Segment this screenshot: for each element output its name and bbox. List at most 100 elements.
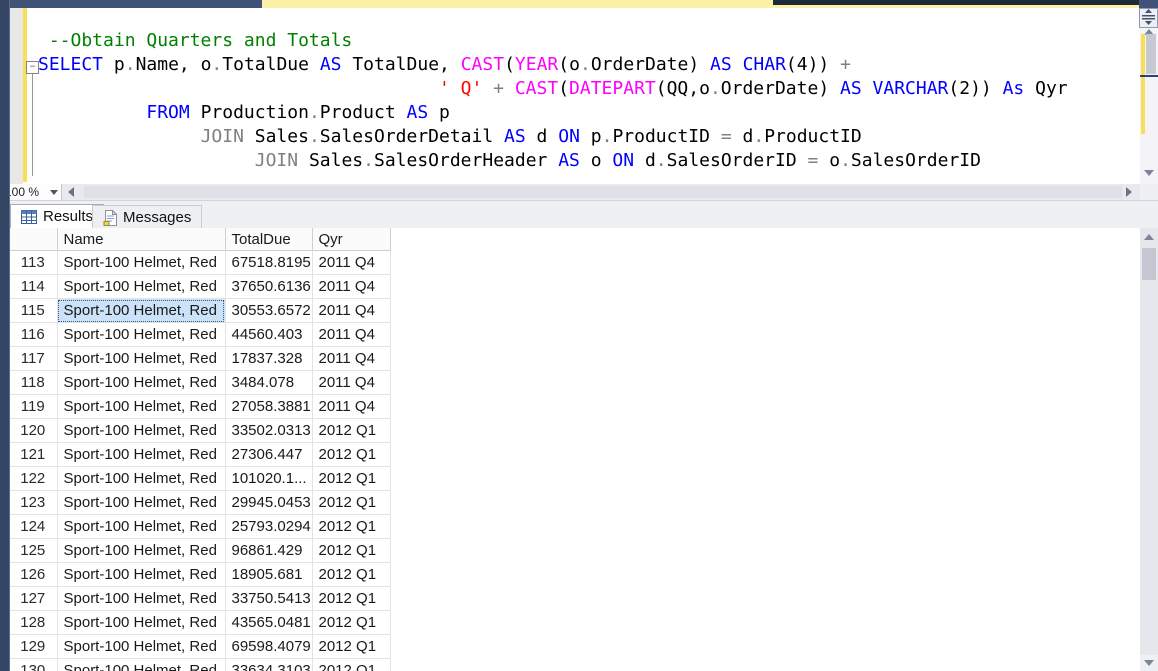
grid-cell[interactable]: Sport-100 Helmet, Red bbox=[57, 635, 225, 659]
split-editor-handle[interactable] bbox=[1139, 8, 1158, 28]
grid-cell[interactable]: 25793.0294 bbox=[225, 515, 312, 539]
grid-cell[interactable]: 29945.0453 bbox=[225, 491, 312, 515]
grid-cell[interactable]: 30553.6572 bbox=[225, 299, 312, 323]
row-number-cell[interactable]: 126 bbox=[9, 563, 57, 587]
row-number-cell[interactable]: 125 bbox=[9, 539, 57, 563]
grid-cell[interactable]: Sport-100 Helmet, Red bbox=[57, 299, 225, 323]
row-number-cell[interactable]: 121 bbox=[9, 443, 57, 467]
grid-cell[interactable]: 27058.3881 bbox=[225, 395, 312, 419]
grid-cell[interactable]: 2012 Q1 bbox=[312, 563, 390, 587]
editor-scroll-down-icon[interactable] bbox=[1144, 170, 1154, 176]
grid-cell[interactable]: Sport-100 Helmet, Red bbox=[57, 251, 225, 275]
grid-cell[interactable]: Sport-100 Helmet, Red bbox=[57, 419, 225, 443]
code-line[interactable]: JOIN Sales.SalesOrderHeader AS o ON d.Sa… bbox=[38, 149, 1068, 173]
row-number-cell[interactable]: 113 bbox=[9, 251, 57, 275]
row-number-cell[interactable]: 127 bbox=[9, 587, 57, 611]
row-number-cell[interactable]: 129 bbox=[9, 635, 57, 659]
grid-cell[interactable]: 44560.403 bbox=[225, 323, 312, 347]
row-number-cell[interactable]: 122 bbox=[9, 467, 57, 491]
table-row: 127Sport-100 Helmet, Red33750.54132012 Q… bbox=[9, 587, 390, 611]
grid-cell[interactable]: 2011 Q4 bbox=[312, 323, 390, 347]
row-number-cell[interactable]: 114 bbox=[9, 275, 57, 299]
row-number-cell[interactable]: 119 bbox=[9, 395, 57, 419]
grid-cell[interactable]: 2011 Q4 bbox=[312, 347, 390, 371]
grid-column-header[interactable]: Qyr bbox=[312, 228, 390, 251]
grid-column-header[interactable] bbox=[9, 228, 57, 251]
grid-cell[interactable]: 33750.5413 bbox=[225, 587, 312, 611]
code-line[interactable]: JOIN Sales.SalesOrderDetail AS d ON p.Pr… bbox=[38, 125, 1068, 149]
grid-cell[interactable]: Sport-100 Helmet, Red bbox=[57, 323, 225, 347]
zoom-dropdown-caret-icon[interactable] bbox=[50, 190, 58, 195]
grid-cell[interactable]: Sport-100 Helmet, Red bbox=[57, 659, 225, 671]
editor-vertical-scrollbar-thumb[interactable] bbox=[1146, 34, 1156, 74]
grid-cell[interactable]: 2012 Q1 bbox=[312, 635, 390, 659]
grid-cell[interactable]: 2011 Q4 bbox=[312, 251, 390, 275]
grid-cell[interactable]: Sport-100 Helmet, Red bbox=[57, 539, 225, 563]
code-area[interactable]: --Obtain Quarters and TotalsSELECT p.Nam… bbox=[38, 29, 1068, 173]
grid-cell[interactable]: 2012 Q1 bbox=[312, 515, 390, 539]
grid-cell[interactable]: Sport-100 Helmet, Red bbox=[57, 611, 225, 635]
grid-cell[interactable]: 2012 Q1 bbox=[312, 443, 390, 467]
grid-cell[interactable]: 2011 Q4 bbox=[312, 299, 390, 323]
results-grid[interactable]: NameTotalDueQyr 113Sport-100 Helmet, Red… bbox=[9, 228, 1140, 671]
grid-column-header[interactable]: Name bbox=[57, 228, 225, 251]
tab-messages[interactable]: Messages bbox=[92, 205, 202, 229]
grid-cell[interactable]: 33502.0313 bbox=[225, 419, 312, 443]
grid-cell[interactable]: Sport-100 Helmet, Red bbox=[57, 563, 225, 587]
grid-vertical-scrollbar-thumb[interactable] bbox=[1142, 248, 1156, 280]
grid-cell[interactable]: 69598.4079 bbox=[225, 635, 312, 659]
grid-cell[interactable]: Sport-100 Helmet, Red bbox=[57, 347, 225, 371]
h-scrollbar-thumb[interactable] bbox=[84, 186, 1122, 198]
table-row: 116Sport-100 Helmet, Red44560.4032011 Q4 bbox=[9, 323, 390, 347]
grid-column-header[interactable]: TotalDue bbox=[225, 228, 312, 251]
grid-cell[interactable]: 2011 Q4 bbox=[312, 371, 390, 395]
grid-cell[interactable]: 33634.3103 bbox=[225, 659, 312, 671]
grid-cell[interactable]: 2012 Q1 bbox=[312, 419, 390, 443]
grid-cell[interactable]: 2012 Q1 bbox=[312, 491, 390, 515]
code-line[interactable]: FROM Production.Product AS p bbox=[38, 101, 1068, 125]
grid-cell[interactable]: Sport-100 Helmet, Red bbox=[57, 587, 225, 611]
h-scroll-right-icon[interactable] bbox=[1126, 187, 1132, 197]
grid-cell[interactable]: 2011 Q4 bbox=[312, 395, 390, 419]
grid-cell[interactable]: Sport-100 Helmet, Red bbox=[57, 443, 225, 467]
grid-cell[interactable]: Sport-100 Helmet, Red bbox=[57, 371, 225, 395]
grid-cell[interactable]: 2012 Q1 bbox=[312, 611, 390, 635]
grid-cell[interactable]: 18905.681 bbox=[225, 563, 312, 587]
grid-cell[interactable]: Sport-100 Helmet, Red bbox=[57, 491, 225, 515]
grid-cell[interactable]: 27306.447 bbox=[225, 443, 312, 467]
row-number-cell[interactable]: 117 bbox=[9, 347, 57, 371]
grid-cell[interactable]: Sport-100 Helmet, Red bbox=[57, 515, 225, 539]
grid-cell[interactable]: Sport-100 Helmet, Red bbox=[57, 395, 225, 419]
row-number-cell[interactable]: 130 bbox=[9, 659, 57, 671]
grid-cell[interactable]: 2012 Q1 bbox=[312, 467, 390, 491]
row-number-cell[interactable]: 128 bbox=[9, 611, 57, 635]
grid-cell[interactable]: Sport-100 Helmet, Red bbox=[57, 275, 225, 299]
grid-cell[interactable]: 2012 Q1 bbox=[312, 587, 390, 611]
grid-cell[interactable]: 3484.078 bbox=[225, 371, 312, 395]
row-number-cell[interactable]: 116 bbox=[9, 323, 57, 347]
row-number-cell[interactable]: 123 bbox=[9, 491, 57, 515]
row-number-cell[interactable]: 120 bbox=[9, 419, 57, 443]
row-number-cell[interactable]: 118 bbox=[9, 371, 57, 395]
tab-results[interactable]: Results bbox=[10, 204, 104, 228]
grid-cell[interactable]: 67518.8195 bbox=[225, 251, 312, 275]
grid-cell[interactable]: 96861.429 bbox=[225, 539, 312, 563]
grid-cell[interactable]: 101020.1... bbox=[225, 467, 312, 491]
code-line[interactable]: SELECT p.Name, o.TotalDue AS TotalDue, C… bbox=[38, 53, 1068, 77]
row-number-cell[interactable]: 124 bbox=[9, 515, 57, 539]
code-line[interactable]: ' Q' + CAST(DATEPART(QQ,o.OrderDate) AS … bbox=[38, 77, 1068, 101]
grid-cell[interactable]: 43565.0481 bbox=[225, 611, 312, 635]
grid-scroll-up-icon[interactable] bbox=[1140, 228, 1158, 246]
grid-cell[interactable]: 37650.6136 bbox=[225, 275, 312, 299]
grid-cell[interactable]: 2011 Q4 bbox=[312, 275, 390, 299]
grid-scroll-down-icon[interactable] bbox=[1140, 655, 1158, 671]
code-line[interactable]: --Obtain Quarters and Totals bbox=[38, 29, 1068, 53]
grid-cell[interactable]: 2012 Q1 bbox=[312, 659, 390, 671]
grid-vertical-scrollbar[interactable] bbox=[1140, 228, 1158, 671]
grid-cell[interactable]: Sport-100 Helmet, Red bbox=[57, 467, 225, 491]
grid-cell[interactable]: 2012 Q1 bbox=[312, 539, 390, 563]
sql-editor[interactable]: − --Obtain Quarters and TotalsSELECT p.N… bbox=[9, 8, 1140, 184]
grid-cell[interactable]: 17837.328 bbox=[225, 347, 312, 371]
row-number-cell[interactable]: 115 bbox=[9, 299, 57, 323]
h-scroll-left-icon[interactable] bbox=[68, 187, 74, 197]
